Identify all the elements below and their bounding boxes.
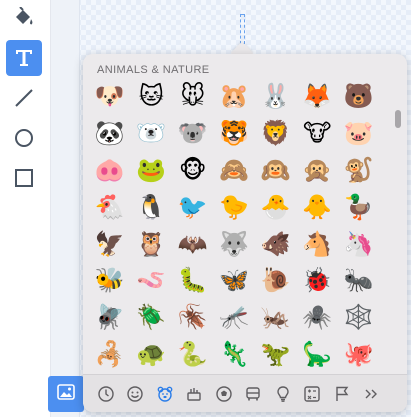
emoji-cell[interactable]: 🐜 bbox=[338, 262, 380, 299]
emoji-cell[interactable]: 🐸 bbox=[131, 152, 173, 189]
emoji-cell[interactable]: 🐷 bbox=[338, 115, 380, 152]
emoji-cell[interactable]: 🦕 bbox=[297, 336, 339, 373]
canvas-margin bbox=[51, 0, 80, 417]
emoji-cell[interactable]: 🪰 bbox=[89, 299, 131, 336]
category-symbols[interactable] bbox=[300, 381, 325, 407]
emoji-cell[interactable]: 🐔 bbox=[89, 188, 131, 225]
emoji-cell[interactable]: 🪲 bbox=[131, 299, 173, 336]
text-t-icon bbox=[13, 47, 35, 69]
emoji-cell[interactable]: 🪱 bbox=[131, 262, 173, 299]
emoji-cell[interactable]: 🐢 bbox=[131, 336, 173, 373]
emoji-cell[interactable]: 🦖 bbox=[255, 336, 297, 373]
flag-icon bbox=[333, 385, 351, 403]
emoji-cell[interactable]: 🐯 bbox=[214, 115, 256, 152]
category-smileys[interactable] bbox=[123, 381, 148, 407]
lightbulb-icon bbox=[274, 385, 292, 403]
emoji-cell[interactable]: 🕸️ bbox=[338, 299, 380, 336]
emoji-cell[interactable]: 🐴 bbox=[297, 225, 339, 262]
emoji-cell[interactable]: 🙊 bbox=[297, 152, 339, 189]
emoji-cell[interactable]: 🐮 bbox=[297, 115, 339, 152]
line-icon bbox=[13, 87, 35, 109]
fill-tool-button[interactable] bbox=[6, 0, 42, 36]
emoji-cell[interactable]: 🪳 bbox=[172, 299, 214, 336]
paint-bucket-icon bbox=[13, 7, 35, 29]
circle-tool-button[interactable] bbox=[6, 120, 42, 156]
category-flags[interactable] bbox=[329, 381, 354, 407]
emoji-cell[interactable]: 🦟 bbox=[214, 299, 256, 336]
emoji-cell[interactable]: 🐦 bbox=[172, 188, 214, 225]
emoji-cell[interactable]: 🦅 bbox=[89, 225, 131, 262]
emoji-cell[interactable]: 🕷️ bbox=[297, 299, 339, 336]
emoji-cell[interactable]: 🦉 bbox=[131, 225, 173, 262]
emoji-grid: 🐶 🐱 🐭 🐹 🐰 🦊 🐻 🐼 🐻‍❄️ 🐨 🐯 🦁 🐮 🐷 🐽 🐸 🐵 🙈 🙉 🙊 🐒 🐔 🐧 🐦 🐤 🐣 🐥 🦆 🦅 🦉 🦇 🐺 🐗 🐴 🦄 🐝 🪱… bbox=[89, 78, 389, 372]
emoji-cell[interactable]: 🐗 bbox=[255, 225, 297, 262]
image-icon bbox=[57, 384, 75, 404]
emoji-cell[interactable]: 🐹 bbox=[214, 78, 256, 115]
emoji-cell[interactable]: 🐞 bbox=[297, 262, 339, 299]
line-tool-button[interactable] bbox=[6, 80, 42, 116]
circle-icon bbox=[13, 127, 35, 149]
clock-icon bbox=[97, 385, 115, 403]
emoji-cell[interactable]: 🦁 bbox=[255, 115, 297, 152]
emoji-cell[interactable]: 🐱 bbox=[131, 78, 173, 115]
emoji-cell[interactable]: 🐵 bbox=[172, 152, 214, 189]
soccer-ball-icon bbox=[215, 385, 233, 403]
emoji-cell[interactable]: 🐺 bbox=[214, 225, 256, 262]
category-bar bbox=[83, 374, 407, 412]
emoji-cell[interactable]: 🦎 bbox=[214, 336, 256, 373]
emoji-cell[interactable]: 🐍 bbox=[172, 336, 214, 373]
emoji-cell[interactable]: 🦂 bbox=[89, 336, 131, 373]
emoji-cell[interactable]: 🦄 bbox=[338, 225, 380, 262]
emoji-cell[interactable]: 🙉 bbox=[255, 152, 297, 189]
car-icon bbox=[244, 385, 262, 403]
symbols-icon bbox=[303, 385, 321, 403]
image-button[interactable] bbox=[48, 376, 84, 412]
category-animals[interactable] bbox=[152, 381, 177, 407]
emoji-cell[interactable]: 🐽 bbox=[89, 152, 131, 189]
emoji-cell[interactable]: 🐻‍❄️ bbox=[131, 115, 173, 152]
category-activity[interactable] bbox=[211, 381, 236, 407]
emoji-cell[interactable]: 🐻 bbox=[338, 78, 380, 115]
text-tool-button[interactable] bbox=[6, 40, 42, 76]
emoji-cell[interactable]: 🐤 bbox=[214, 188, 256, 225]
food-icon bbox=[185, 385, 203, 403]
tool-sidebar bbox=[0, 0, 51, 417]
category-title: ANIMALS & NATURE bbox=[97, 64, 210, 76]
emoji-cell[interactable]: 🐼 bbox=[89, 115, 131, 152]
emoji-cell[interactable]: 🦆 bbox=[338, 188, 380, 225]
emoji-cell[interactable]: 🐛 bbox=[172, 262, 214, 299]
bear-icon bbox=[156, 385, 174, 403]
emoji-cell[interactable]: 🐧 bbox=[131, 188, 173, 225]
emoji-cell[interactable]: 🐰 bbox=[255, 78, 297, 115]
emoji-cell[interactable]: 🐥 bbox=[297, 188, 339, 225]
emoji-cell[interactable]: 🙈 bbox=[214, 152, 256, 189]
chevron-double-right-icon bbox=[362, 385, 380, 403]
category-recent[interactable] bbox=[93, 381, 118, 407]
category-travel[interactable] bbox=[241, 381, 266, 407]
emoji-cell[interactable]: 🐒 bbox=[338, 152, 380, 189]
emoji-cell[interactable]: 🐌 bbox=[255, 262, 297, 299]
emoji-cell[interactable]: 🐙 bbox=[338, 336, 380, 373]
emoji-cell[interactable]: 🐭 bbox=[172, 78, 214, 115]
rectangle-tool-button[interactable] bbox=[6, 160, 42, 196]
smiley-icon bbox=[126, 385, 144, 403]
emoji-cell[interactable]: 🦗 bbox=[255, 299, 297, 336]
emoji-cell[interactable]: 🦊 bbox=[297, 78, 339, 115]
emoji-cell[interactable]: 🦇 bbox=[172, 225, 214, 262]
category-food[interactable] bbox=[182, 381, 207, 407]
emoji-picker: ANIMALS & NATURE 🐶 🐱 🐭 🐹 🐰 🦊 🐻 🐼 🐻‍❄️ 🐨 🐯 🦁 🐮 🐷 🐽 🐸 🐵 🙈 🙉 🙊… bbox=[83, 54, 407, 412]
category-more[interactable] bbox=[359, 381, 384, 407]
text-insertion-box[interactable] bbox=[240, 14, 245, 44]
emoji-cell[interactable]: 🦋 bbox=[214, 262, 256, 299]
category-objects[interactable] bbox=[270, 381, 295, 407]
emoji-cell[interactable]: 🐣 bbox=[255, 188, 297, 225]
scrollbar[interactable] bbox=[395, 110, 401, 128]
emoji-cell[interactable]: 🐶 bbox=[89, 78, 131, 115]
emoji-cell[interactable]: 🐝 bbox=[89, 262, 131, 299]
emoji-cell[interactable]: 🐨 bbox=[172, 115, 214, 152]
square-icon bbox=[13, 167, 35, 189]
